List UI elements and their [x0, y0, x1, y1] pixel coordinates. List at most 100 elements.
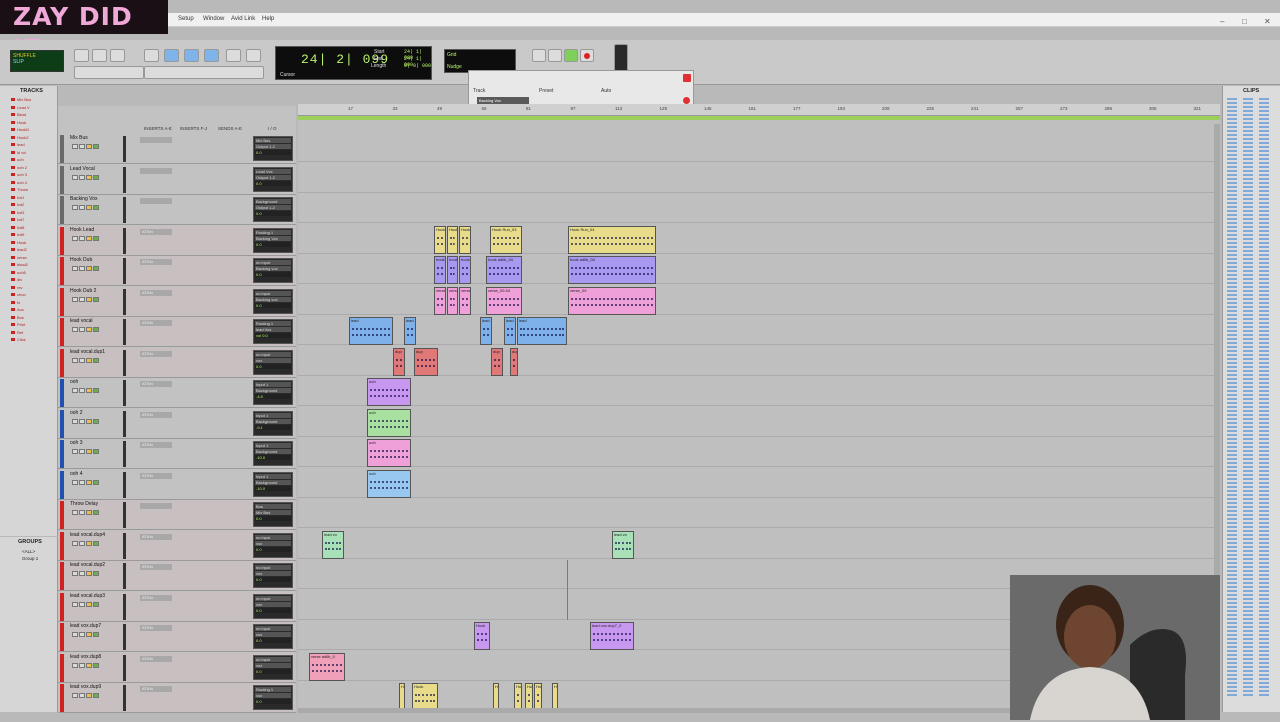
track-lane[interactable]	[298, 529, 1220, 559]
audio-clip[interactable]: Hook	[434, 225, 446, 254]
track-visible-icon[interactable]	[11, 188, 15, 191]
clip-list-column[interactable]	[1243, 98, 1253, 698]
volume-value[interactable]: 0.0	[255, 180, 291, 186]
io-panel[interactable]: Input 1 Background -10.0	[253, 441, 293, 466]
input-selector[interactable]: Input 1	[255, 443, 291, 448]
solo-button[interactable]	[86, 418, 92, 424]
audio-clip[interactable]: Hook	[412, 683, 438, 711]
input-selector[interactable]: no input	[255, 351, 291, 357]
tracklist-item[interactable]: ooh	[3, 157, 51, 162]
solo-button[interactable]	[86, 510, 92, 515]
track-buttons[interactable]	[72, 571, 118, 577]
io-panel[interactable]: Input 1 Background -9.1	[253, 410, 293, 436]
audio-clip[interactable]: verse	[447, 286, 458, 315]
volume-value[interactable]: 0.0	[255, 699, 291, 704]
volume-value[interactable]: 0.0	[255, 211, 291, 216]
tracklist-item[interactable]: bkgd2	[3, 262, 51, 267]
tracklist-item[interactable]: Bkgd	[3, 112, 51, 117]
input-monitor-button[interactable]	[79, 693, 85, 698]
volume-value[interactable]: 0.0	[255, 577, 291, 582]
audio-clip[interactable]: lead vo	[612, 530, 634, 559]
output-selector[interactable]: Output 1-2	[255, 174, 291, 180]
track-buttons[interactable]	[72, 205, 118, 211]
volume-value[interactable]: 0.0	[255, 241, 291, 247]
input-selector[interactable]: Input 1	[255, 382, 291, 387]
track-lane[interactable]	[298, 376, 1220, 406]
track-name[interactable]: ooh 4	[66, 471, 126, 478]
track-header[interactable]: lead vocal.dup3 ATKIn no input vox 0.0	[58, 591, 296, 622]
record-button[interactable]	[72, 449, 78, 454]
insert-slot[interactable]: ATKIn	[140, 381, 172, 387]
tracklist-item[interactable]: ooh 2	[3, 165, 51, 170]
volume-value[interactable]: vol 0.0	[255, 333, 291, 338]
track-lane[interactable]	[298, 498, 1220, 528]
audio-clip[interactable]: dup	[393, 347, 405, 376]
track-visible-icon[interactable]	[11, 225, 15, 229]
insert-slot[interactable]	[140, 198, 172, 204]
output-selector[interactable]: Background	[255, 479, 291, 485]
input-monitor-button[interactable]	[79, 205, 85, 210]
io-panel[interactable]: no input Backing vox 0.0	[253, 258, 293, 283]
volume-value[interactable]: -9.1	[255, 424, 291, 430]
audio-clip[interactable]: verse_09	[568, 286, 656, 315]
input-monitor-button[interactable]	[79, 510, 85, 515]
input-monitor-button[interactable]	[79, 144, 85, 149]
track-visible-icon[interactable]	[11, 173, 15, 176]
output-selector[interactable]: vox	[255, 357, 291, 363]
tracklist-item[interactable]: dly	[3, 277, 51, 282]
track-buttons[interactable]	[72, 449, 118, 455]
zoomer-tool-button[interactable]	[144, 49, 159, 62]
output-selector[interactable]: Mix Bus	[255, 510, 291, 515]
record-button[interactable]	[72, 632, 78, 637]
tracklist-item[interactable]: Hook2	[3, 135, 51, 140]
tracklist-item[interactable]: Click	[3, 337, 51, 342]
mute-button[interactable]	[93, 693, 99, 698]
volume-value[interactable]: 0.0	[255, 272, 291, 277]
mute-button[interactable]	[93, 388, 99, 393]
solo-button[interactable]	[86, 174, 92, 180]
track-name[interactable]: lead vocal	[66, 318, 126, 325]
io-panel[interactable]: no input vox 0.0	[253, 624, 293, 649]
group-all[interactable]: <ALL>	[22, 549, 35, 554]
menu-help[interactable]: Help	[262, 16, 274, 22]
volume-value[interactable]: 0.0	[255, 668, 291, 674]
track-visible-icon[interactable]	[11, 293, 15, 296]
insert-slot[interactable]: ATKIn	[140, 320, 172, 326]
insert-slot[interactable]: ATKIn	[140, 564, 172, 570]
track-visible-icon[interactable]	[11, 135, 15, 139]
mute-button[interactable]	[93, 235, 99, 241]
solo-button[interactable]	[86, 449, 92, 454]
output-selector[interactable]: vox	[255, 632, 291, 637]
record-button[interactable]	[72, 388, 78, 393]
insert-slot[interactable]: ATKIn	[140, 472, 172, 479]
tracklist-item[interactable]: ooh 3	[3, 172, 51, 177]
output-selector[interactable]: lead Vox	[255, 327, 291, 332]
clip-list-column[interactable]	[1227, 98, 1237, 698]
solo-button[interactable]	[86, 693, 92, 698]
track-name[interactable]: lead vocal.dup1	[66, 349, 126, 356]
tracklist-item[interactable]: lvd9	[3, 232, 51, 237]
insert-slot[interactable]: ATKIn	[140, 594, 172, 601]
tracklist-item[interactable]: Bus	[3, 315, 51, 320]
output-selector[interactable]: vox	[255, 571, 291, 576]
grid-label[interactable]: Grid	[447, 52, 513, 58]
io-panel[interactable]: Routing 1 Backing Vox 0.0	[253, 227, 293, 253]
track-visible-icon[interactable]	[11, 315, 15, 319]
track-name[interactable]: Hook Lead	[66, 227, 126, 234]
solo-button[interactable]	[86, 327, 92, 332]
io-panel[interactable]: no input vox 0.0	[253, 593, 293, 619]
audio-clip[interactable]: ooh	[367, 469, 411, 498]
output-selector[interactable]: Background	[255, 388, 291, 393]
input-selector[interactable]: Mix Bus	[255, 138, 291, 143]
track-buttons[interactable]	[72, 235, 118, 242]
audio-clip[interactable]: Hook	[525, 683, 533, 711]
track-buttons[interactable]	[72, 174, 118, 181]
solo-button[interactable]	[86, 601, 92, 607]
track-name[interactable]: ooh	[66, 379, 126, 386]
tracklist-item[interactable]: rev	[3, 285, 51, 290]
audio-clip[interactable]: ooh	[367, 378, 411, 406]
track-header[interactable]: ooh 3 ATKIn Input 1 Background -10.0	[58, 439, 296, 469]
track-name[interactable]: Backing Vox	[66, 196, 126, 203]
track-header[interactable]: ooh ATKIn Input 1 Background -4.0	[58, 378, 296, 408]
input-selector[interactable]: no input	[255, 656, 291, 662]
